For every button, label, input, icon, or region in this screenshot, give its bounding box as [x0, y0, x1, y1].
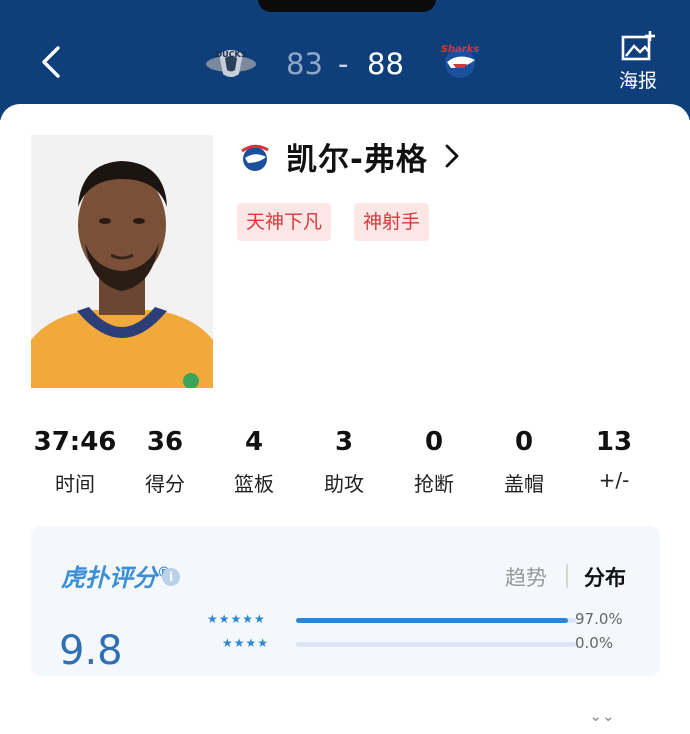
home-team-logo-text: Sharks [441, 44, 480, 55]
rating-bar-5 [296, 618, 576, 623]
rating-brand-logo: 虎扑评分® [61, 558, 171, 593]
back-arrow-icon[interactable] [36, 44, 70, 80]
away-team-logo: DUCKS [206, 50, 256, 77]
poster-button[interactable]: 海报 [610, 30, 666, 92]
player-photo [31, 135, 213, 388]
tab-divider [566, 564, 568, 588]
rating-score: 9.8 [59, 628, 123, 674]
poster-icon [621, 31, 655, 61]
score-separator: - [338, 47, 349, 81]
player-name[interactable]: 凯尔-弗格 [286, 134, 428, 179]
chevron-right-icon[interactable] [442, 142, 462, 170]
top-bar: DUCKS 83 - 88 Sharks 海报 [0, 0, 690, 120]
stat-value: 13 [595, 427, 633, 457]
away-score: 83 [286, 47, 323, 81]
rating-brand-text: 虎扑评分 [61, 564, 157, 592]
stat-label: +/- [598, 468, 630, 492]
stat-row: 37:46 时间 36 得分 4 篮板 3 助攻 0 抢断 0 盖帽 13 +/… [0, 424, 690, 504]
tab-trend[interactable]: 趋势 [505, 562, 547, 592]
player-team-logo [241, 144, 269, 171]
camera-notch [258, 0, 436, 12]
player-tag: 神射手 [354, 203, 430, 241]
home-team-logo: Sharks [441, 44, 480, 78]
watermark: ⌄⌄ [572, 698, 632, 734]
five-star-icon: ★★★★★ [207, 612, 266, 626]
rating-bar-4 [296, 642, 576, 647]
info-icon[interactable]: i [162, 568, 180, 586]
poster-label: 海报 [618, 70, 657, 92]
rating-percent: 0.0% [575, 634, 614, 652]
player-card: 凯尔-弗格 天神下凡 神射手 37:46 时间 36 得分 4 篮板 3 助攻 … [0, 104, 690, 734]
away-team-logo-text: DUCKS [216, 50, 247, 59]
player-tag: 天神下凡 [237, 203, 332, 241]
home-score: 88 [367, 47, 404, 81]
tab-distribution[interactable]: 分布 [584, 562, 626, 592]
four-star-icon: ★★★★ [222, 636, 270, 650]
rating-percent: 97.0% [575, 610, 623, 628]
rating-bar-fill [296, 618, 568, 623]
stat-plus-minus: 13 +/- [559, 424, 669, 492]
